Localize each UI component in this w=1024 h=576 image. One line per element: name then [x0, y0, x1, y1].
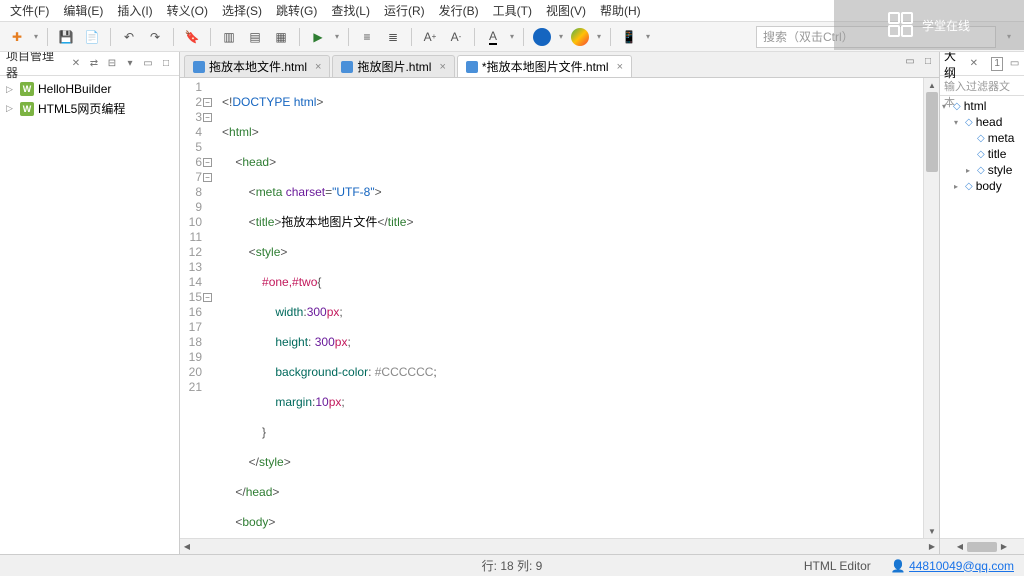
code-area[interactable]: <!DOCTYPE html> <html> <head> <meta char… [208, 78, 923, 538]
browser1-button[interactable] [531, 26, 553, 48]
close-icon[interactable]: ✕ [69, 57, 83, 71]
menu-item[interactable]: 帮助(H) [594, 0, 647, 21]
tabs-minimize-icon[interactable]: ▭ [903, 54, 917, 68]
font-inc-button[interactable]: A+ [419, 26, 441, 48]
toolbar: ✚▾ 💾 📄 ↶ ↷ 🔖 ▥ ▤ ▦ ▶▾ ≡ ≣ A+ A- A▾ ▾ ▾ 📱… [0, 22, 1024, 52]
tab-close-icon[interactable]: × [439, 61, 445, 73]
user-icon: 👤 [891, 559, 906, 573]
outline-filter-input[interactable]: 输入过滤器文本 [940, 76, 1024, 96]
scroll-up-icon[interactable]: ▲ [924, 78, 939, 92]
undo-button[interactable]: ↶ [118, 26, 140, 48]
collapse-icon[interactable]: ⊟ [105, 57, 119, 71]
run-button[interactable]: ▶ [307, 26, 329, 48]
text-color-dropdown[interactable]: ▾ [508, 26, 516, 48]
horizontal-scrollbar[interactable]: ◀ ▶ [180, 538, 939, 554]
outline-num-icon[interactable]: 1 [991, 57, 1003, 71]
cursor-position: 行: 18 列: 9 [482, 557, 543, 574]
scroll-right-icon[interactable]: ▶ [925, 539, 939, 555]
link-icon[interactable]: ⇄ [87, 57, 101, 71]
outline-tree: ▾◇html▾◇head◇meta◇title▸◇style▸◇body [940, 96, 1024, 538]
menu-item[interactable]: 插入(I) [111, 0, 158, 21]
menu-item[interactable]: 运行(R) [378, 0, 431, 21]
tab-close-icon[interactable]: × [315, 61, 321, 73]
outline-item[interactable]: ▸◇body [940, 178, 1024, 194]
tab-close-icon[interactable]: × [617, 61, 623, 73]
new-dropdown[interactable]: ▾ [32, 26, 40, 48]
file-icon [193, 61, 205, 73]
panel-close-icon[interactable]: □ [159, 57, 173, 71]
tag-icon: ◇ [977, 165, 985, 176]
align-right-button[interactable]: ≣ [382, 26, 404, 48]
outline-hscrollbar[interactable]: ◀▶ [940, 538, 1024, 554]
editor-mode: HTML Editor [804, 559, 871, 573]
outline-item[interactable]: ◇title [940, 146, 1024, 162]
menu-item[interactable]: 文件(F) [4, 0, 55, 21]
tag-icon: ◇ [977, 133, 985, 144]
doc2-button[interactable]: ▤ [244, 26, 266, 48]
tag-icon: ◇ [965, 181, 973, 192]
user-link[interactable]: 44810049@qq.com [909, 559, 1014, 573]
tag-icon: ◇ [977, 149, 985, 160]
menu-bar: 文件(F)编辑(E)插入(I)转义(O)选择(S)跳转(G)查找(L)运行(R)… [0, 0, 1024, 22]
tag-icon: ◇ [953, 101, 961, 112]
fold-icon[interactable]: − [203, 158, 212, 167]
menu-item[interactable]: 查找(L) [325, 0, 376, 21]
search-input[interactable]: 搜索（双击Ctrl） [756, 26, 996, 48]
scroll-left-icon[interactable]: ◀ [180, 539, 194, 555]
editor-tabs: 拖放本地文件.html×拖放图片.html×*拖放本地图片文件.html× ▭ □ [180, 52, 939, 78]
device-button[interactable]: 📱 [618, 26, 640, 48]
file-icon [341, 61, 353, 73]
menu-item[interactable]: 转义(O) [161, 0, 214, 21]
menu-icon[interactable]: ▾ [123, 57, 137, 71]
fold-icon[interactable]: − [203, 98, 212, 107]
redo-button[interactable]: ↷ [144, 26, 166, 48]
fold-icon[interactable]: − [203, 173, 212, 182]
tabs-maximize-icon[interactable]: □ [921, 54, 935, 68]
tree-item[interactable]: ▷WHelloHBuilder [0, 80, 179, 98]
doc1-button[interactable]: ▥ [218, 26, 240, 48]
align-left-button[interactable]: ≡ [356, 26, 378, 48]
file-icon [466, 61, 478, 73]
run-dropdown[interactable]: ▾ [333, 26, 341, 48]
fold-icon[interactable]: − [203, 113, 212, 122]
code-editor[interactable]: 12−3−456−7−89101112131415−161718192021 <… [180, 78, 939, 538]
tree-item[interactable]: ▷WHTML5网页编程 [0, 98, 179, 119]
menu-item[interactable]: 视图(V) [540, 0, 592, 21]
text-color-button[interactable]: A [482, 26, 504, 48]
minimize-icon[interactable]: ▭ [141, 57, 155, 71]
editor-tab[interactable]: 拖放图片.html× [332, 55, 454, 77]
menu-item[interactable]: 发行(B) [433, 0, 485, 21]
save-button[interactable]: 💾 [55, 26, 77, 48]
outline-item[interactable]: ◇meta [940, 130, 1024, 146]
browser2-button[interactable] [569, 26, 591, 48]
status-bar: 行: 18 列: 9 HTML Editor 👤 44810049@qq.com [0, 554, 1024, 576]
tag-icon: ◇ [965, 117, 973, 128]
doc3-button[interactable]: ▦ [270, 26, 292, 48]
project-explorer: 项目管理器 ✕ ⇄ ⊟ ▾ ▭ □ ▷WHelloHBuilder ▷WHTML… [0, 52, 180, 554]
font-dec-button[interactable]: A- [445, 26, 467, 48]
scroll-thumb[interactable] [926, 92, 938, 172]
fold-icon[interactable]: − [203, 293, 212, 302]
scroll-down-icon[interactable]: ▼ [924, 524, 939, 538]
menu-item[interactable]: 编辑(E) [57, 0, 109, 21]
menu-item[interactable]: 选择(S) [216, 0, 268, 21]
open-button[interactable]: 📄 [81, 26, 103, 48]
vertical-scrollbar[interactable]: ▲ ▼ [923, 78, 939, 538]
editor-tab[interactable]: *拖放本地图片文件.html× [457, 55, 632, 77]
project-tree: ▷WHelloHBuilder ▷WHTML5网页编程 [0, 76, 179, 123]
outline-panel: 大纲 ✕ 1 ▭ 输入过滤器文本 ▾◇html▾◇head◇meta◇title… [939, 52, 1024, 554]
outline-item[interactable]: ▾◇html [940, 98, 1024, 114]
menu-item[interactable]: 跳转(G) [270, 0, 323, 21]
editor-tab[interactable]: 拖放本地文件.html× [184, 55, 330, 77]
bookmark-icon[interactable]: 🔖 [181, 26, 203, 48]
outline-item[interactable]: ▸◇style [940, 162, 1024, 178]
line-gutter: 12−3−456−7−89101112131415−161718192021 [180, 78, 208, 538]
outline-item[interactable]: ▾◇head [940, 114, 1024, 130]
outline-minimize-icon[interactable]: ▭ [1009, 57, 1020, 71]
menu-item[interactable]: 工具(T) [487, 0, 538, 21]
outline-close-icon[interactable]: ✕ [968, 57, 979, 71]
new-button[interactable]: ✚ [6, 26, 28, 48]
